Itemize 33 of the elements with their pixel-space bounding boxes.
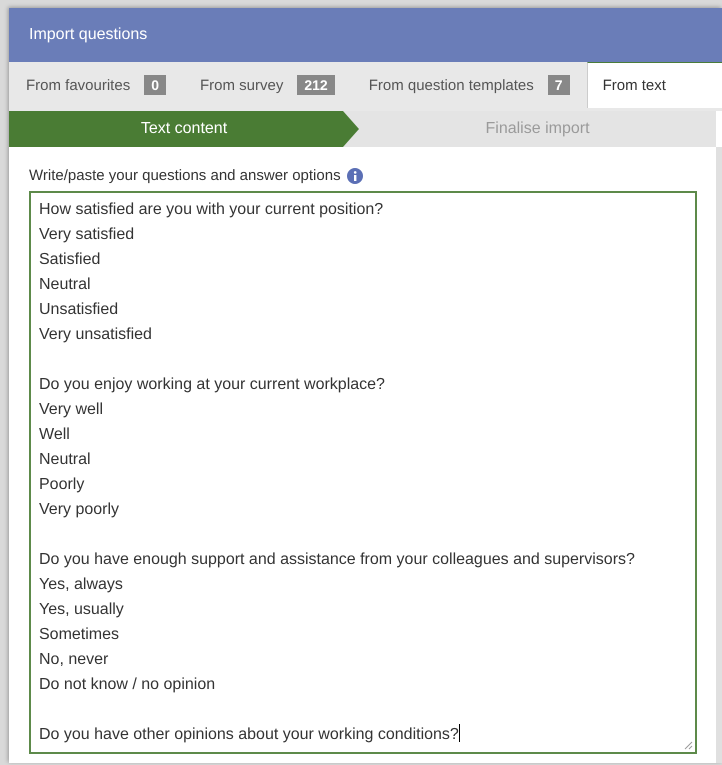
count-badge: 7: [548, 75, 570, 95]
text-line: Do you enjoy working at your current workplace?: [39, 375, 385, 395]
resize-grip-icon[interactable]: [683, 740, 693, 750]
text-line: Very poorly: [39, 500, 120, 520]
info-icon[interactable]: [346, 168, 363, 184]
text-line: Well: [39, 425, 70, 445]
text-line: Neutral: [39, 450, 91, 470]
tab[interactable]: From text: [586, 62, 722, 108]
text-line: Do you have other opinions about your working conditions?: [39, 723, 460, 745]
wizard-step: Finalise import: [359, 111, 716, 147]
count-badge: 0: [144, 75, 166, 95]
tab[interactable]: From survey 212: [183, 62, 352, 108]
text-line: Neutral: [39, 275, 91, 295]
text-line: Poorly: [39, 475, 84, 495]
question-text-field[interactable]: [29, 191, 697, 754]
text-line: How satisfied are you with your current position?: [39, 200, 384, 220]
text-line: Yes, always: [39, 575, 123, 595]
text-line: Satisfied: [39, 250, 100, 270]
dialog-title: Import questions: [29, 26, 148, 44]
text-line: Do not know / no opinion: [39, 675, 216, 695]
text-line: Very unsatisfied: [39, 325, 152, 345]
tab[interactable]: From question templates 7: [352, 62, 587, 108]
text-line: Sometimes: [39, 625, 120, 645]
text-line: Very satisfied: [39, 225, 134, 245]
text-line: Unsatisfied: [39, 300, 118, 320]
wizard-step: Text content: [9, 111, 359, 147]
field-label: Write/paste your questions and answer options: [29, 167, 341, 184]
text-line: Yes, usually: [39, 600, 124, 620]
count-badge: 212: [297, 75, 335, 95]
text-line: Do you have enough support and assistance from your colleagues and supervisors?: [39, 550, 635, 570]
text-line: No, never: [39, 650, 108, 670]
tab[interactable]: From favourites 0: [9, 62, 183, 108]
text-line: Very well: [39, 400, 104, 420]
